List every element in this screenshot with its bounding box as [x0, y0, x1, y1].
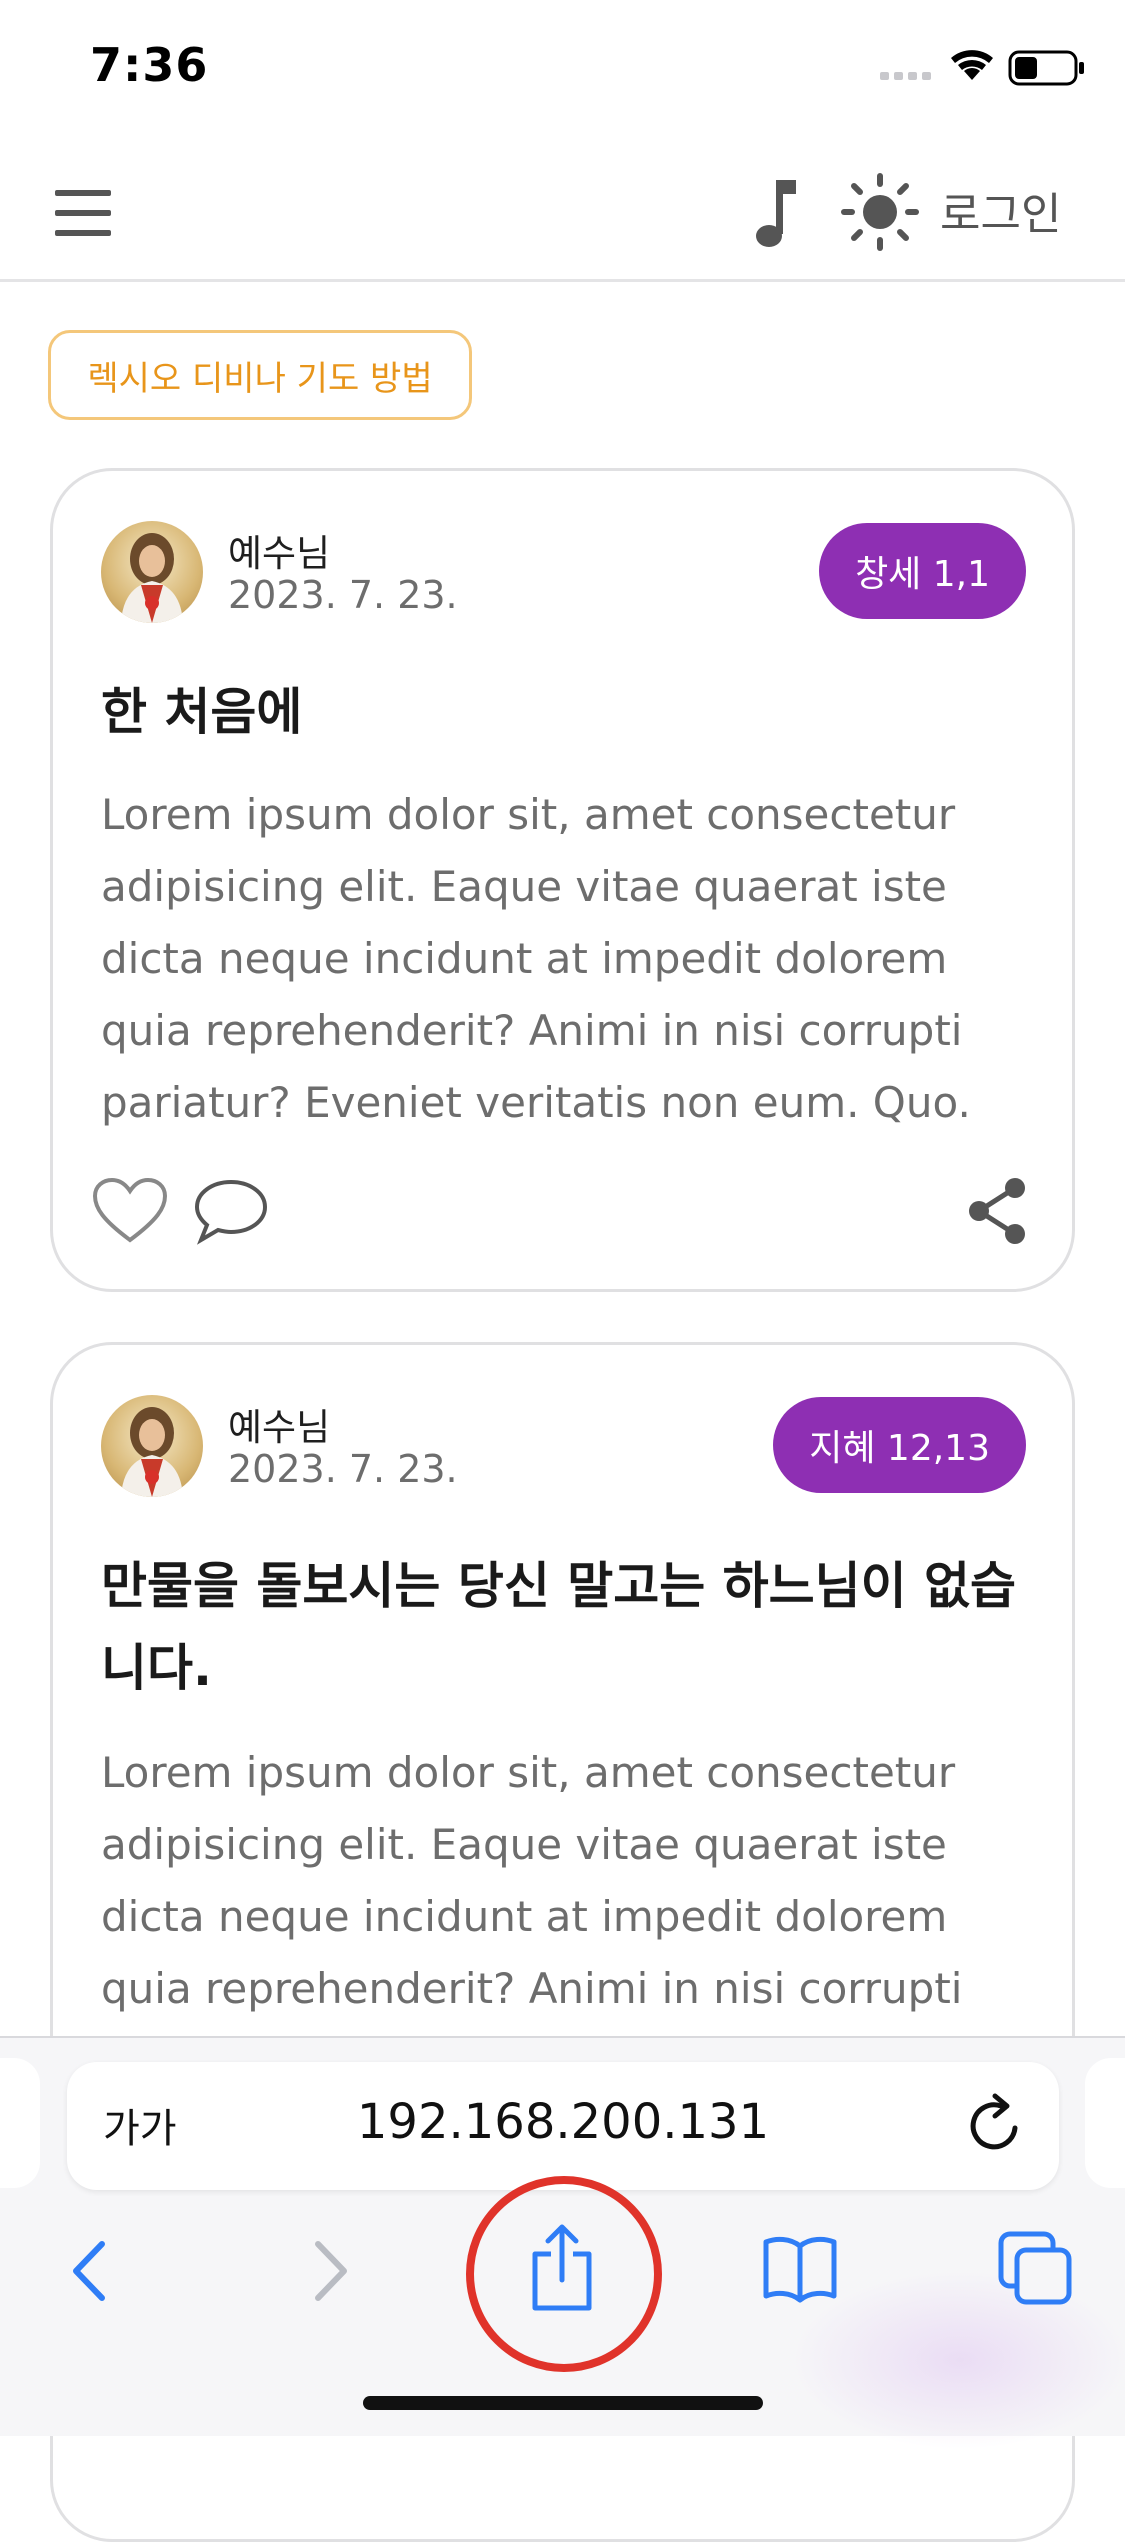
status-time: 7:36: [90, 38, 209, 92]
home-indicator: [363, 2396, 763, 2410]
address-bar[interactable]: 가가 192.168.200.131: [67, 2062, 1059, 2190]
highlight-annotation-circle: [466, 2176, 662, 2372]
previous-tab-peek[interactable]: [0, 2058, 40, 2188]
lectio-divina-guide-tag[interactable]: 렉시오 디비나 기도 방법: [48, 330, 472, 420]
post-date: 2023. 7. 23.: [228, 1447, 458, 1491]
post-date: 2023. 7. 23.: [228, 573, 458, 617]
tabs-icon[interactable]: [995, 2228, 1075, 2306]
signal-icon: [880, 72, 931, 80]
menu-icon[interactable]: [55, 188, 113, 238]
wifi-icon: [951, 50, 993, 80]
status-indicators: [880, 46, 1090, 88]
battery-icon: [1008, 50, 1084, 86]
bookmarks-icon[interactable]: [760, 2232, 840, 2304]
music-note-icon[interactable]: [752, 174, 802, 254]
forward-icon[interactable]: [300, 2236, 360, 2306]
post-author: 예수님: [228, 1406, 331, 1449]
post-author: 예수님: [228, 532, 331, 575]
login-button[interactable]: 로그인: [940, 178, 1061, 242]
heart-icon[interactable]: [91, 1176, 169, 1246]
share-icon[interactable]: [965, 1176, 1031, 1246]
scripture-reference-badge[interactable]: 지혜 12,13: [773, 1397, 1026, 1493]
next-tab-peek[interactable]: [1085, 2058, 1125, 2188]
comment-icon[interactable]: [193, 1176, 269, 1246]
app-header: 로그인: [0, 150, 1125, 282]
post-title: 한 처음에: [101, 683, 303, 741]
post-card[interactable]: 예수님 2023. 7. 23. 창세 1,1 한 처음에 Lorem ipsu…: [50, 468, 1075, 1292]
post-body: Lorem ipsum dolor sit, amet consectetur …: [101, 790, 971, 1127]
url-text[interactable]: 192.168.200.131: [67, 2094, 1059, 2150]
back-icon[interactable]: [60, 2236, 120, 2306]
avatar: [101, 1395, 203, 1497]
scripture-reference-badge[interactable]: 창세 1,1: [819, 523, 1026, 619]
reload-icon[interactable]: [965, 2092, 1025, 2156]
sun-icon[interactable]: [840, 172, 920, 252]
post-title: 만물을 돌보시는 당신 말고는 하느님이 없습니다.: [101, 1557, 1017, 1697]
avatar: [101, 521, 203, 623]
